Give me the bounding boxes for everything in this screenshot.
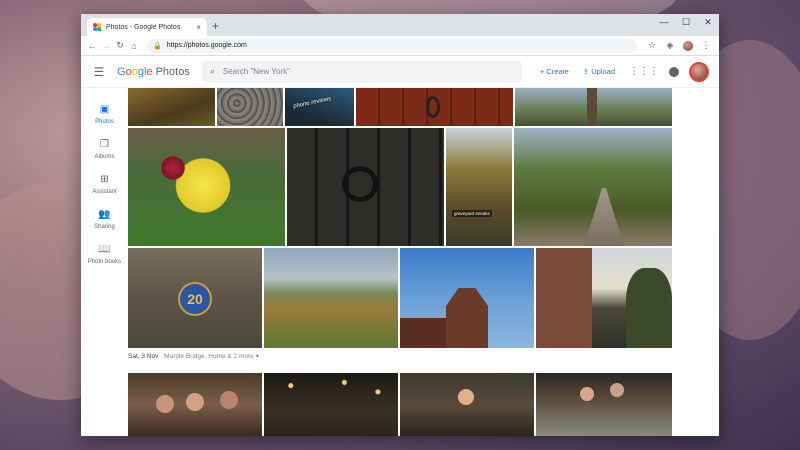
tab-close-icon[interactable]: × (196, 23, 201, 32)
account-avatar[interactable] (689, 61, 709, 82)
person-shape (580, 387, 594, 401)
main-area: ▣ Photos ❐ Albums ⊞ Assistant 👥 Sharing … (81, 88, 719, 436)
home-icon[interactable]: ⌂ (127, 41, 141, 51)
photo-thumbnail[interactable]: graveyard streaks (446, 128, 512, 246)
photo-thumbnail[interactable] (264, 373, 398, 436)
nav-label: Assistant (92, 189, 117, 195)
nav-label: Photos (95, 119, 114, 125)
photo-thumbnail[interactable] (514, 128, 672, 246)
path-shape (584, 188, 624, 246)
photo-thumbnail[interactable] (128, 88, 215, 126)
photo-thumbnail[interactable] (400, 373, 534, 436)
app-header: ☰ Google Photos ⌕ Search "New York" + Cr… (81, 56, 719, 88)
google-photos-logo[interactable]: Google Photos (117, 66, 190, 78)
section-date: Sat, 3 Nov (128, 353, 159, 360)
left-nav: ▣ Photos ❐ Albums ⊞ Assistant 👥 Sharing … (81, 88, 128, 436)
main-menu-icon[interactable]: ☰ (81, 65, 117, 79)
browser-menu-icon[interactable]: ⋮ (697, 40, 715, 51)
nav-label: Sharing (94, 224, 115, 230)
photo-thumbnail[interactable] (515, 88, 672, 126)
person-shape (156, 395, 174, 413)
reload-icon[interactable]: ↻ (113, 40, 127, 51)
browser-window: Photos - Google Photos × + — ☐ ✕ ← → ↻ ⌂… (81, 14, 719, 436)
new-tab-button[interactable]: + (212, 19, 219, 33)
search-icon: ⌕ (209, 66, 215, 76)
photo-thumbnail[interactable] (217, 88, 283, 126)
person-shape (458, 389, 474, 405)
nav-item-photo-books[interactable]: 📖 Photo books (81, 244, 128, 265)
upload-button[interactable]: ⇪ Upload (583, 67, 615, 76)
tree-shape (626, 268, 672, 348)
apps-grid-icon[interactable]: ⋮⋮⋮ (629, 66, 659, 77)
section-location-dropdown[interactable]: Marple Bridge, Home & 2 more ▾ (164, 353, 259, 360)
window-controls: — ☐ ✕ (653, 14, 719, 30)
date-section-header: Sat, 3 Nov Marple Bridge, Home & 2 more … (128, 352, 259, 360)
close-window-button[interactable]: ✕ (697, 14, 719, 30)
photo-thumbnail[interactable] (400, 248, 534, 348)
nav-item-assistant[interactable]: ⊞ Assistant (81, 174, 128, 195)
photo-thumbnail[interactable] (128, 128, 285, 246)
extension-layers-icon[interactable]: ◈ (661, 40, 679, 51)
tree-trunk-shape (587, 88, 597, 126)
person-shape (220, 391, 238, 409)
building-shape (446, 288, 488, 348)
maximize-button[interactable]: ☐ (675, 14, 697, 30)
url-text: https://photos.google.com (166, 42, 247, 49)
nav-item-albums[interactable]: ❐ Albums (81, 139, 128, 160)
person-shape (186, 393, 204, 411)
photo-overlay-text: graveyard streaks (452, 210, 492, 217)
door-ring-shape (426, 96, 440, 118)
tab-strip: Photos - Google Photos × + — ☐ ✕ (81, 14, 719, 36)
address-bar[interactable]: 🔒 https://photos.google.com (147, 38, 637, 53)
back-arrow-icon[interactable]: ← (85, 41, 99, 51)
browser-profile-avatar[interactable] (683, 40, 693, 51)
sharing-icon: 👥 (98, 209, 111, 220)
nav-label: Photo books (87, 259, 122, 265)
nav-item-photos[interactable]: ▣ Photos (81, 104, 128, 125)
photo-thumbnail[interactable]: 20 (128, 248, 262, 348)
photo-books-icon: 📖 (98, 244, 111, 255)
lock-icon: 🔒 (153, 42, 162, 50)
bookmark-star-icon[interactable]: ☆ (643, 40, 661, 51)
browser-toolbar: ← → ↻ ⌂ 🔒 https://photos.google.com ☆ ◈ … (81, 36, 719, 56)
door-ring-shape (342, 166, 378, 202)
photo-thumbnail[interactable]: phone reviews (285, 88, 354, 126)
search-placeholder: Search "New York" (222, 67, 290, 76)
create-button[interactable]: + Create (540, 67, 569, 76)
browser-tab[interactable]: Photos - Google Photos × (87, 18, 207, 36)
minimize-button[interactable]: — (653, 14, 675, 30)
mill-building-shape (536, 248, 592, 348)
albums-icon: ❐ (100, 139, 109, 150)
house-number-sign: 20 (178, 282, 212, 316)
tab-title: Photos - Google Photos (106, 23, 181, 31)
photo-thumbnail[interactable] (536, 248, 672, 348)
nav-label: Albums (94, 154, 115, 160)
photo-thumbnail[interactable] (128, 373, 262, 436)
notifications-icon[interactable] (669, 66, 679, 77)
photo-overlay-text: phone reviews (292, 96, 332, 110)
sign-number: 20 (187, 291, 203, 307)
building-shape (400, 318, 446, 348)
google-photos-favicon-icon (93, 23, 101, 31)
search-bar[interactable]: ⌕ Search "New York" (201, 60, 522, 83)
photo-thumbnail[interactable] (536, 373, 672, 436)
person-shape (610, 383, 624, 397)
forward-arrow-icon[interactable]: → (99, 41, 113, 51)
red-flowers-shape (158, 156, 188, 180)
assistant-icon: ⊞ (100, 174, 109, 185)
header-actions: + Create ⇪ Upload ⋮⋮⋮ (540, 61, 719, 82)
photo-thumbnail[interactable] (356, 88, 513, 126)
nav-item-sharing[interactable]: 👥 Sharing (81, 209, 128, 230)
photo-grid: phone reviews graveyard streaks 20 Sat, … (128, 88, 719, 436)
photos-icon: ▣ (99, 104, 110, 115)
photo-thumbnail[interactable] (287, 128, 444, 246)
photo-thumbnail[interactable] (264, 248, 398, 348)
